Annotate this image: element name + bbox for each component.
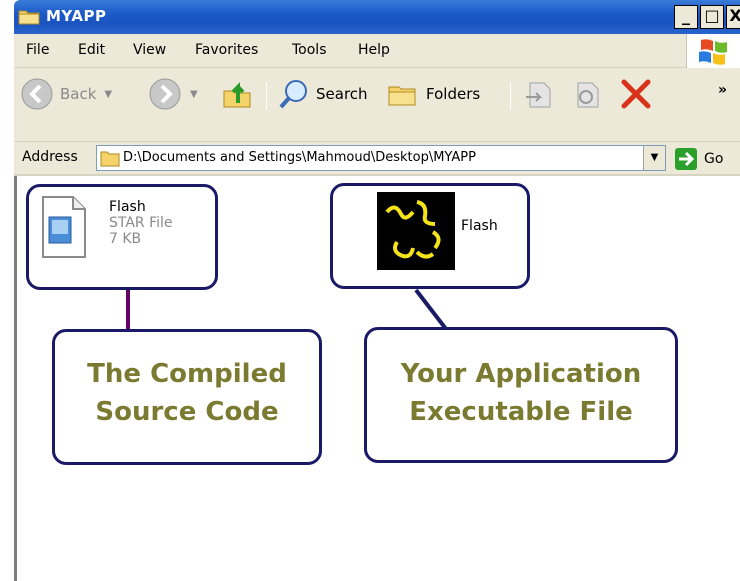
- connector-right: [414, 288, 448, 331]
- annotation-executable-line2: Executable File: [409, 397, 633, 427]
- document-icon: [42, 196, 86, 258]
- flash-executable-icon: [377, 192, 455, 270]
- connector-lines: [126, 288, 448, 331]
- annotation-compiled-line1: The Compiled: [87, 359, 287, 389]
- annotation-executable: Your Application Executable File: [364, 327, 678, 463]
- file-item-executable[interactable]: Flash: [330, 183, 530, 289]
- file-type: STAR File: [109, 215, 173, 231]
- file-name: Flash: [461, 218, 498, 234]
- file-item-star[interactable]: Flash STAR File 7 KB: [26, 184, 218, 290]
- annotation-compiled-line2: Source Code: [95, 397, 279, 427]
- file-name: Flash: [109, 199, 146, 215]
- file-size: 7 KB: [109, 231, 142, 247]
- annotation-compiled-source: The Compiled Source Code: [52, 329, 322, 465]
- annotation-executable-line1: Your Application: [400, 359, 642, 389]
